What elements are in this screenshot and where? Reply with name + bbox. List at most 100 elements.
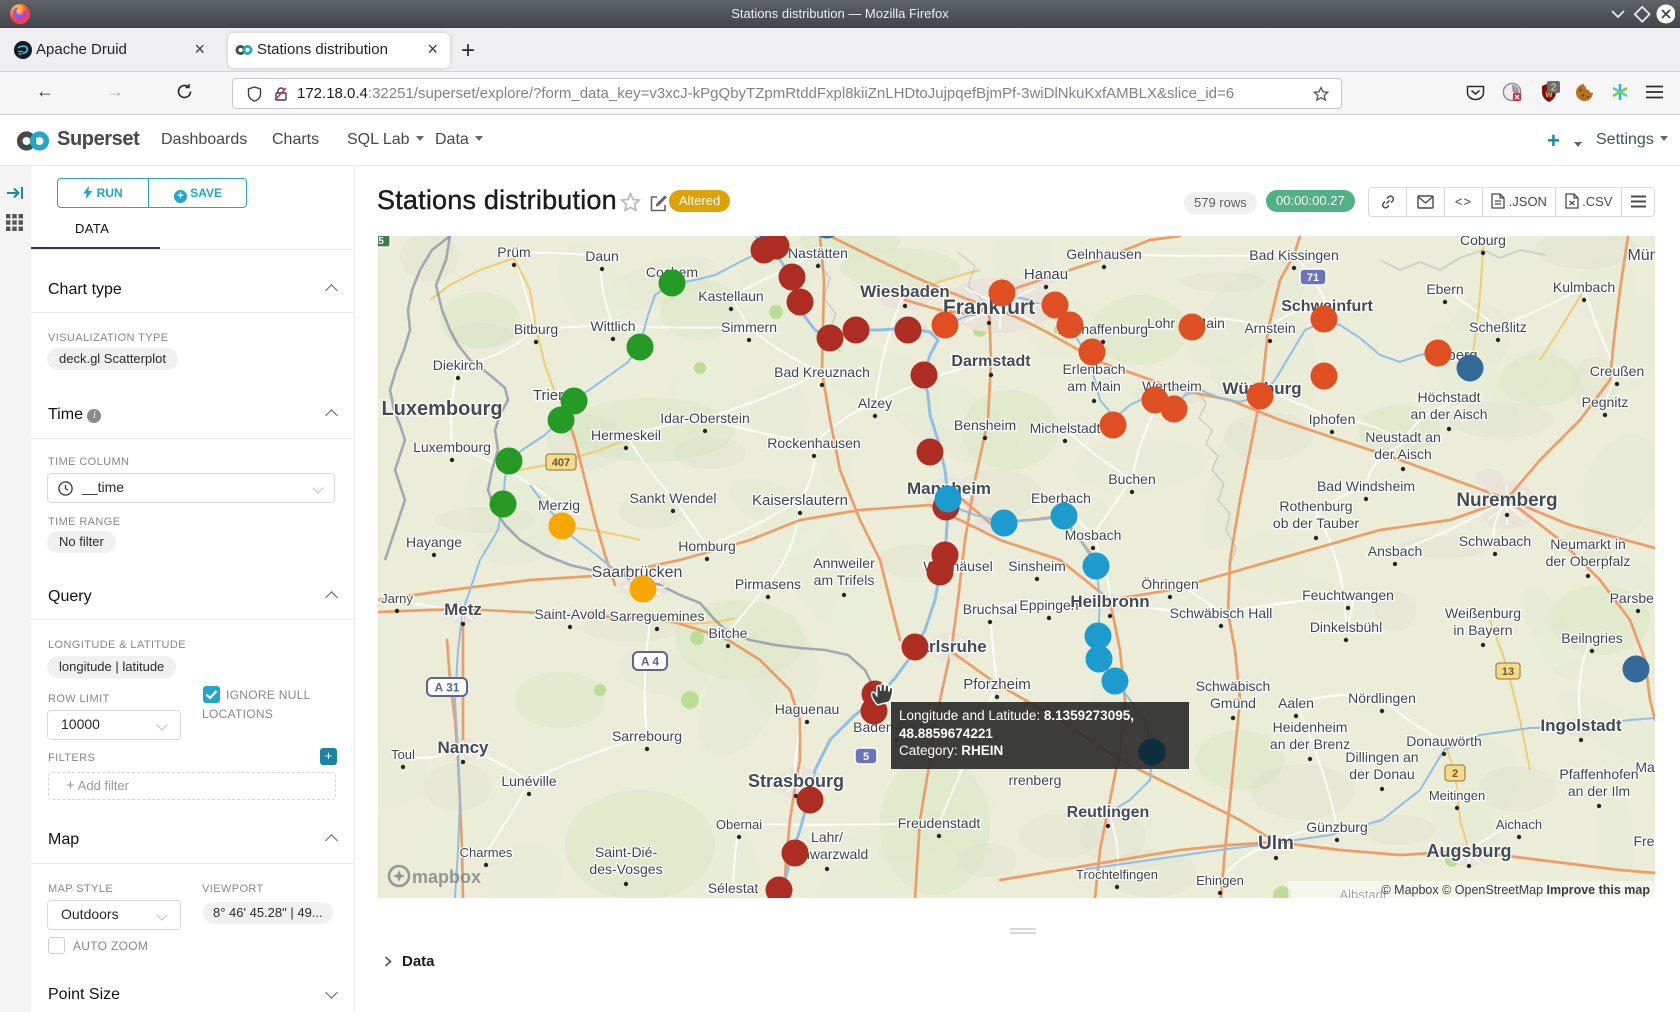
svg-text:Rockenhausen: Rockenhausen	[767, 435, 860, 451]
svg-text:Pirmasens: Pirmasens	[735, 576, 801, 592]
svg-text:Scheßlitz: Scheßlitz	[1469, 319, 1527, 335]
svg-text:Bad Windsheim: Bad Windsheim	[1317, 478, 1415, 494]
svg-text:Strasbourg: Strasbourg	[748, 771, 844, 791]
svg-text:A 31: A 31	[435, 681, 460, 695]
svg-text:Mosbach: Mosbach	[1065, 527, 1122, 543]
svg-text:mapbox: mapbox	[412, 867, 481, 887]
svg-text:48.8859674221: 48.8859674221	[899, 726, 993, 741]
svg-text:Category: RHEIN: Category: RHEIN	[899, 743, 1003, 758]
svg-text:Sarrebourg: Sarrebourg	[612, 728, 682, 744]
svg-text:Nördlingen: Nördlingen	[1348, 690, 1416, 706]
svg-text:Freudenstadt: Freudenstadt	[898, 815, 981, 831]
svg-text:Longitude and Latitude: 8.1359: Longitude and Latitude: 8.1359273095,	[899, 708, 1134, 723]
svg-text:Augsburg: Augsburg	[1427, 841, 1512, 861]
svg-text:in Bayern: in Bayern	[1453, 622, 1512, 638]
svg-text:© Mapbox © OpenStreetMap Impro: © Mapbox © OpenStreetMap Improve this ma…	[1381, 883, 1650, 897]
svg-text:Sankt Wendel: Sankt Wendel	[630, 490, 717, 506]
svg-text:Beilngries: Beilngries	[1561, 630, 1622, 646]
svg-text:Nancy: Nancy	[437, 738, 489, 757]
svg-text:Schwäbisch: Schwäbisch	[1196, 678, 1271, 694]
svg-text:Metz: Metz	[444, 600, 482, 619]
svg-text:Reutlingen: Reutlingen	[1067, 804, 1150, 821]
svg-text:Ulm: Ulm	[1258, 833, 1294, 854]
svg-text:Lunéville: Lunéville	[501, 773, 556, 789]
svg-text:Aichach: Aichach	[1496, 817, 1542, 832]
svg-text:Bad Kreuznach: Bad Kreuznach	[774, 364, 870, 380]
svg-text:Trier: Trier	[533, 387, 563, 404]
svg-text:Kastellaun: Kastellaun	[698, 288, 763, 304]
svg-text:Freis: Freis	[1633, 833, 1655, 849]
svg-text:Haguenau: Haguenau	[775, 701, 840, 717]
svg-text:Saint-Dié-: Saint-Dié-	[595, 844, 658, 860]
svg-text:Pforzheim: Pforzheim	[963, 676, 1031, 693]
svg-text:an der Aisch: an der Aisch	[1410, 406, 1487, 422]
svg-text:Ansbach: Ansbach	[1368, 543, 1422, 559]
svg-text:Weißenburg: Weißenburg	[1445, 605, 1521, 621]
svg-text:Pfaffenhofen: Pfaffenhofen	[1559, 766, 1638, 782]
svg-text:Neustadt an: Neustadt an	[1365, 429, 1441, 445]
svg-text:Bitburg: Bitburg	[514, 321, 558, 337]
svg-text:Schwabach: Schwabach	[1459, 533, 1531, 549]
svg-text:Charmes: Charmes	[460, 845, 513, 860]
svg-text:Diekirch: Diekirch	[433, 357, 484, 373]
svg-text:der Oberpfalz: der Oberpfalz	[1546, 553, 1631, 569]
svg-text:ob der Tauber: ob der Tauber	[1273, 515, 1359, 531]
svg-text:5: 5	[378, 236, 384, 247]
svg-text:Idar-Oberstein: Idar-Oberstein	[660, 410, 749, 426]
svg-text:Münc: Münc	[1627, 247, 1655, 264]
svg-text:Sarreguemines: Sarreguemines	[610, 608, 705, 624]
svg-text:Hanau: Hanau	[1024, 266, 1068, 283]
svg-text:Michelstadt: Michelstadt	[1030, 420, 1101, 436]
svg-text:Bensheim: Bensheim	[954, 417, 1016, 433]
svg-text:an der Brenz: an der Brenz	[1270, 736, 1350, 752]
svg-text:Arnstein: Arnstein	[1244, 320, 1295, 336]
svg-text:Homburg: Homburg	[678, 538, 736, 554]
svg-text:Dinkelsbühl: Dinkelsbühl	[1310, 619, 1382, 635]
svg-text:Heidenheim: Heidenheim	[1273, 719, 1348, 735]
svg-text:Obernai: Obernai	[716, 817, 762, 832]
svg-text:am Main: am Main	[1067, 378, 1121, 394]
svg-text:Ingolstadt: Ingolstadt	[1540, 716, 1622, 735]
svg-text:Meitingen: Meitingen	[1429, 788, 1485, 803]
svg-text:71: 71	[1307, 272, 1319, 284]
svg-text:der Donau: der Donau	[1349, 766, 1414, 782]
svg-text:5: 5	[863, 751, 869, 763]
svg-text:Aalen: Aalen	[1278, 695, 1314, 711]
svg-text:Wittlich: Wittlich	[590, 318, 635, 334]
svg-text:Trochtelfingen: Trochtelfingen	[1076, 867, 1158, 882]
svg-text:der Aisch: der Aisch	[1374, 446, 1432, 462]
svg-text:Sélestat: Sélestat	[708, 880, 759, 896]
svg-text:Daun: Daun	[585, 248, 618, 264]
svg-text:Gelnhausen: Gelnhausen	[1066, 246, 1142, 262]
svg-text:Alzey: Alzey	[858, 395, 892, 411]
svg-text:2: 2	[1452, 768, 1458, 780]
svg-text:des-Vosges: des-Vosges	[589, 861, 662, 877]
svg-text:Nuremberg: Nuremberg	[1456, 490, 1557, 511]
svg-text:Jarny: Jarny	[381, 591, 413, 606]
svg-text:Prüm: Prüm	[497, 244, 530, 260]
svg-text:Dillingen an: Dillingen an	[1345, 749, 1418, 765]
svg-text:Hermeskeil: Hermeskeil	[591, 427, 661, 443]
svg-text:Pegnitz: Pegnitz	[1582, 394, 1629, 410]
svg-text:Saint-Avold: Saint-Avold	[534, 606, 605, 622]
svg-text:Nastätten: Nastätten	[788, 245, 848, 261]
svg-text:Simmern: Simmern	[721, 319, 777, 335]
svg-text:Gmünd: Gmünd	[1210, 695, 1256, 711]
svg-text:Luxembourg: Luxembourg	[381, 398, 502, 420]
svg-text:Creußen: Creußen	[1590, 363, 1644, 379]
svg-text:Heilbronn: Heilbronn	[1070, 592, 1149, 611]
svg-text:Frankfurt: Frankfurt	[943, 296, 1035, 319]
svg-text:Öhringen: Öhringen	[1141, 575, 1199, 592]
svg-text:rrenberg: rrenberg	[1009, 772, 1062, 788]
svg-text:Buchen: Buchen	[1108, 471, 1155, 487]
svg-text:Bitche: Bitche	[709, 625, 748, 641]
svg-text:Kulmbach: Kulmbach	[1553, 279, 1615, 295]
svg-text:Coburg: Coburg	[1460, 236, 1506, 248]
svg-text:Ebern: Ebern	[1426, 281, 1463, 297]
svg-text:Ehingen: Ehingen	[1196, 873, 1244, 888]
svg-text:Günzburg: Günzburg	[1306, 819, 1367, 835]
svg-text:Neumarkt in: Neumarkt in	[1550, 536, 1625, 552]
svg-text:Parsberg: Parsberg	[1610, 590, 1655, 606]
svg-text:Bad Kissingen: Bad Kissingen	[1249, 247, 1339, 263]
svg-text:A 4: A 4	[641, 655, 660, 669]
